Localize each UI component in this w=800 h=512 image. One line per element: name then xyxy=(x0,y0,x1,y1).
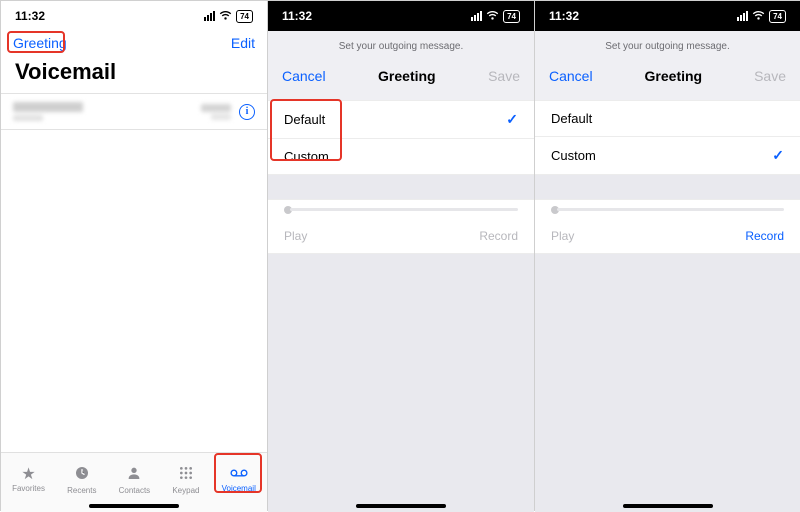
option-custom[interactable]: Custom ✓ xyxy=(535,137,800,175)
phone-screen-greeting-custom: 11:32 74 Set your outgoing message. Canc… xyxy=(535,1,800,512)
tab-keypad[interactable]: Keypad xyxy=(172,465,199,495)
phone-screen-voicemail: 11:32 74 Greeting Edit Voicemail i ★ Fav… xyxy=(1,1,267,512)
sheet-hint: Set your outgoing message. xyxy=(535,31,800,58)
wifi-icon xyxy=(219,11,232,21)
options-list: Default ✓ Custom xyxy=(268,100,534,175)
star-icon: ★ xyxy=(21,467,35,483)
home-indicator[interactable] xyxy=(89,504,179,508)
cellular-signal-icon xyxy=(737,11,748,21)
status-time: 11:32 xyxy=(282,9,312,23)
checkmark-icon: ✓ xyxy=(772,147,784,164)
cellular-signal-icon xyxy=(204,11,215,21)
tab-favorites[interactable]: ★ Favorites xyxy=(12,467,45,493)
save-button[interactable]: Save xyxy=(754,68,786,84)
status-right: 74 xyxy=(737,10,786,23)
tab-bar: ★ Favorites Recents Contacts Keypad Vo xyxy=(1,452,267,512)
modal-title: Greeting xyxy=(378,68,436,84)
modal-title: Greeting xyxy=(645,68,703,84)
status-right: 74 xyxy=(471,10,520,23)
wifi-icon xyxy=(486,11,499,21)
tab-contacts[interactable]: Contacts xyxy=(119,465,151,495)
home-indicator[interactable] xyxy=(623,504,713,508)
status-bar: 11:32 74 xyxy=(268,1,534,31)
clock-icon xyxy=(74,465,90,485)
voicemail-icon xyxy=(230,467,248,483)
status-bar: 11:32 74 xyxy=(535,1,800,31)
tab-label: Recents xyxy=(67,486,96,495)
tab-voicemail[interactable]: Voicemail xyxy=(222,467,256,493)
battery-icon: 74 xyxy=(236,10,253,23)
tab-label: Contacts xyxy=(119,486,151,495)
playback-progress[interactable] xyxy=(268,199,534,219)
status-time: 11:32 xyxy=(15,9,45,23)
checkmark-icon: ✓ xyxy=(506,111,518,128)
progress-track xyxy=(557,208,784,211)
edit-button[interactable]: Edit xyxy=(231,35,255,51)
cancel-button[interactable]: Cancel xyxy=(549,68,593,84)
sheet-hint: Set your outgoing message. xyxy=(268,31,534,58)
home-indicator[interactable] xyxy=(356,504,446,508)
status-bar: 11:32 74 xyxy=(1,1,267,31)
phone-screen-greeting-default: 11:32 74 Set your outgoing message. Canc… xyxy=(268,1,534,512)
wifi-icon xyxy=(752,11,765,21)
divider xyxy=(534,1,535,510)
greeting-button[interactable]: Greeting xyxy=(13,35,67,51)
option-label: Default xyxy=(551,111,592,126)
modal-nav: Cancel Greeting Save xyxy=(268,58,534,100)
caller-redacted xyxy=(13,102,83,121)
battery-icon: 74 xyxy=(769,10,786,23)
playback-progress[interactable] xyxy=(535,199,800,219)
option-default[interactable]: Default ✓ xyxy=(268,100,534,139)
tab-label: Voicemail xyxy=(222,484,256,493)
keypad-icon xyxy=(178,465,194,485)
play-button[interactable]: Play xyxy=(551,229,574,243)
page-title: Voicemail xyxy=(1,57,267,93)
options-list: Default Custom ✓ xyxy=(535,100,800,175)
tab-label: Favorites xyxy=(12,484,45,493)
cancel-button[interactable]: Cancel xyxy=(282,68,326,84)
play-button[interactable]: Play xyxy=(284,229,307,243)
save-button[interactable]: Save xyxy=(488,68,520,84)
play-record-bar: Play Record xyxy=(535,219,800,254)
option-custom[interactable]: Custom xyxy=(268,139,534,175)
option-label: Custom xyxy=(551,148,596,163)
person-icon xyxy=(126,465,142,485)
option-label: Default xyxy=(284,112,325,127)
record-button[interactable]: Record xyxy=(745,229,784,243)
cellular-signal-icon xyxy=(471,11,482,21)
option-default[interactable]: Default xyxy=(535,100,800,137)
modal-nav: Cancel Greeting Save xyxy=(535,58,800,100)
info-icon[interactable]: i xyxy=(239,104,255,120)
progress-track xyxy=(290,208,518,211)
status-time: 11:32 xyxy=(549,9,579,23)
option-label: Custom xyxy=(284,149,329,164)
play-record-bar: Play Record xyxy=(268,219,534,254)
tab-recents[interactable]: Recents xyxy=(67,465,96,495)
tab-label: Keypad xyxy=(172,486,199,495)
record-button[interactable]: Record xyxy=(479,229,518,243)
status-right: 74 xyxy=(204,10,253,23)
battery-icon: 74 xyxy=(503,10,520,23)
divider xyxy=(267,1,268,510)
nav-bar: Greeting Edit xyxy=(1,31,267,57)
timestamp-redacted xyxy=(201,104,231,120)
voicemail-entry-row[interactable]: i xyxy=(1,93,267,130)
